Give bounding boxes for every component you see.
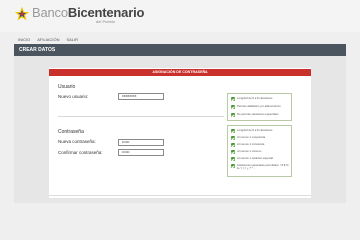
confirm-password-input[interactable]: •••••• bbox=[118, 149, 164, 156]
page-title: CREAR DATOS bbox=[19, 47, 56, 53]
confirm-password-label: Confirmar contraseña: bbox=[58, 150, 103, 155]
new-password-label: Nueva contraseña: bbox=[58, 139, 96, 144]
check-icon bbox=[231, 113, 235, 117]
new-user-input[interactable]: xxxxxxxx bbox=[118, 93, 164, 100]
rule-item: Longitud de 6 a 8 caracteres bbox=[231, 129, 272, 133]
nav-item-salir[interactable]: SALIR bbox=[66, 37, 78, 42]
rule-item: Al menos 1 minúscula bbox=[231, 143, 264, 147]
contrasena-rules-box: Longitud de 6 a 8 caracteres Al menos 1 … bbox=[227, 125, 292, 177]
brand-tagline: del Pueblo bbox=[96, 19, 115, 24]
brand-logo[interactable]: BancoBicentenario del Pueblo bbox=[14, 6, 144, 24]
usuario-rules-box: Longitud de 6 a 8 caracteres Permite alf… bbox=[227, 93, 292, 121]
check-icon bbox=[231, 136, 235, 140]
rule-item: Permite alfabético y/o alfanumérico bbox=[231, 105, 281, 109]
new-password-input[interactable]: •••••• bbox=[118, 139, 164, 146]
check-icon bbox=[231, 97, 235, 101]
page-header: CREAR DATOS bbox=[14, 44, 346, 56]
top-bar: BancoBicentenario del Pueblo bbox=[0, 0, 360, 32]
contrasena-section-title: Contraseña bbox=[58, 129, 84, 135]
rule-item: Al menos 1 mayúscula bbox=[231, 136, 265, 140]
check-icon bbox=[231, 164, 235, 168]
brand-name: BancoBicentenario bbox=[32, 5, 145, 20]
check-icon bbox=[231, 129, 235, 133]
check-icon bbox=[231, 157, 235, 161]
rule-item: Al menos 1 número bbox=[231, 150, 261, 154]
rule-item: Caracteres especiales permitidos: ! # $ … bbox=[231, 164, 289, 170]
new-user-label: Nuevo usuario: bbox=[58, 94, 89, 99]
nav-item-inicio[interactable]: INICIO bbox=[18, 37, 30, 42]
nav-item-afiliacion[interactable]: AFILIACIÓN bbox=[37, 37, 59, 42]
rule-item: Longitud de 6 a 8 caracteres bbox=[231, 97, 272, 101]
panel-title: ASIGNACIÓN DE CONTRASEÑA bbox=[152, 70, 208, 74]
panel-bottom-divider bbox=[49, 195, 311, 196]
check-icon bbox=[231, 105, 235, 109]
check-icon bbox=[231, 143, 235, 147]
main-nav: INICIO AFILIACIÓN SALIR bbox=[14, 36, 346, 43]
panel-header: ASIGNACIÓN DE CONTRASEÑA bbox=[49, 69, 311, 76]
usuario-section-title: Usuario bbox=[58, 84, 76, 90]
star-logo-icon bbox=[14, 6, 30, 21]
rule-item: No permite caracteres especiales bbox=[231, 113, 279, 117]
rule-item: Al menos 1 carácter especial bbox=[231, 157, 273, 161]
check-icon bbox=[231, 150, 235, 154]
section-divider bbox=[58, 116, 224, 117]
